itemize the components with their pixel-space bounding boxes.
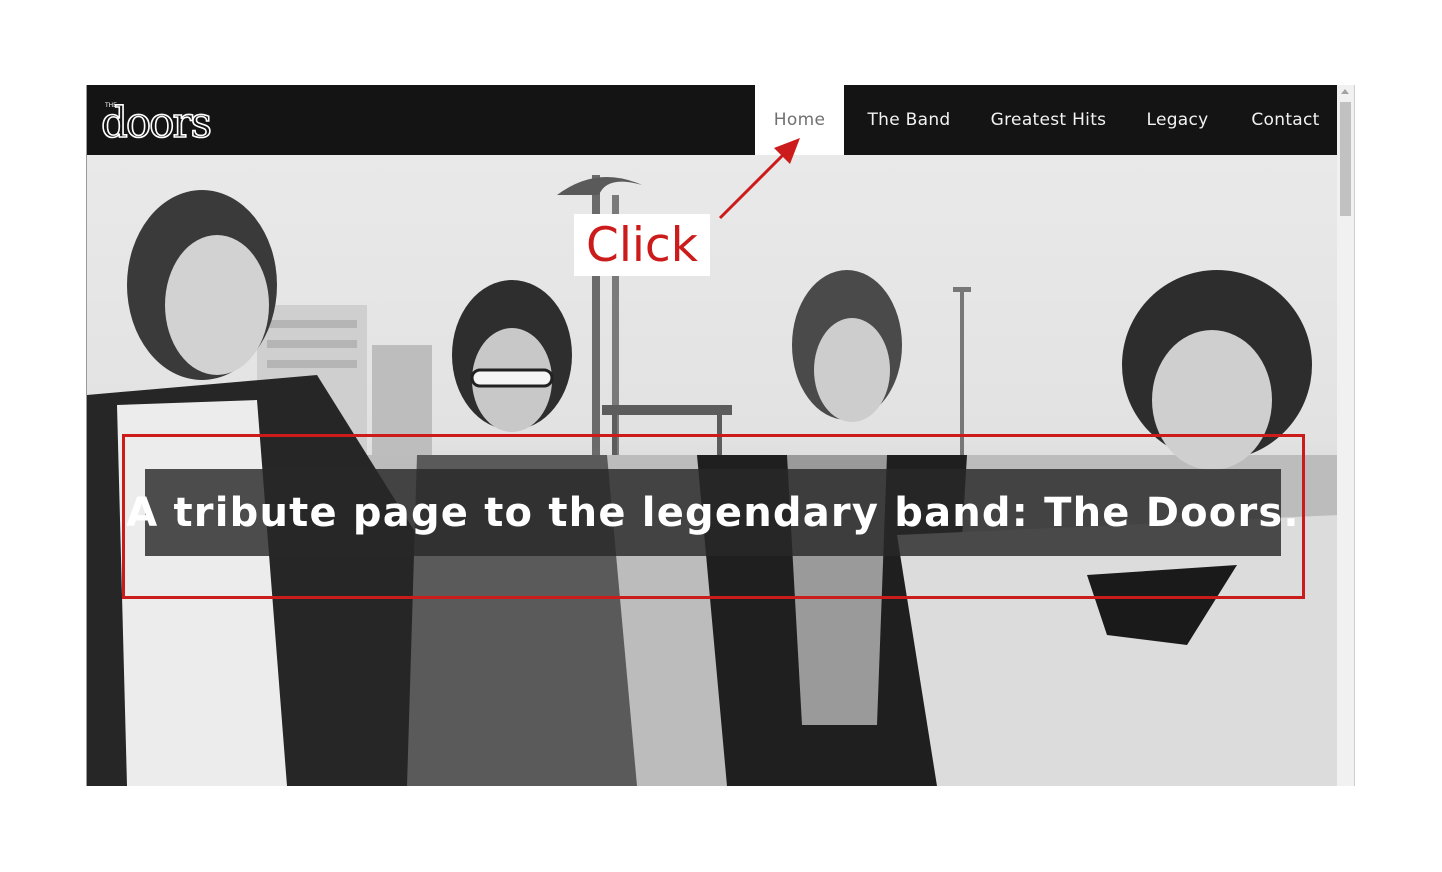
nav-item-greatest-hits[interactable]: Greatest Hits xyxy=(974,85,1123,155)
click-annotation-label: Click xyxy=(586,217,698,273)
nav-item-the-band[interactable]: The Band xyxy=(844,85,974,155)
nav-item-legacy[interactable]: Legacy xyxy=(1123,85,1232,155)
main-nav: Home The Band Greatest Hits Legacy Conta… xyxy=(755,85,1339,155)
scrollbar-thumb[interactable] xyxy=(1340,102,1351,216)
scroll-up-arrow-icon[interactable] xyxy=(1341,89,1349,94)
vertical-scrollbar[interactable] xyxy=(1337,85,1354,786)
annotation-arrow-icon xyxy=(718,138,800,220)
doors-logo-icon: THE doors xyxy=(100,97,213,148)
nav-item-contact[interactable]: Contact xyxy=(1232,85,1339,155)
svg-text:doors: doors xyxy=(101,99,211,143)
tagline-highlight-annotation xyxy=(122,434,1305,599)
doors-logo[interactable]: THE doors xyxy=(100,97,246,148)
